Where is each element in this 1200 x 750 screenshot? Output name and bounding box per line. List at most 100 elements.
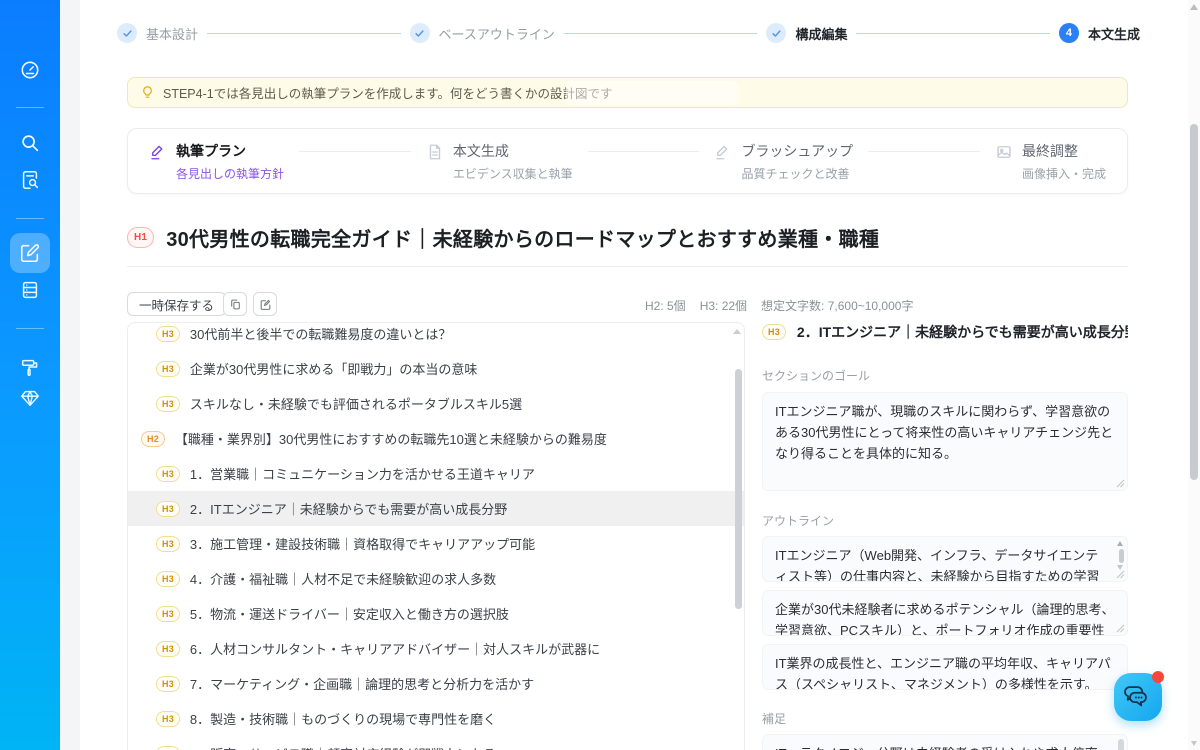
banner-highlight — [566, 81, 738, 105]
list-scroll-up-arrow[interactable] — [733, 329, 741, 334]
outline-row[interactable]: H3 9．販売・サービス職｜顧客対応経験が即戦力になる — [128, 736, 744, 750]
step4-number-badge[interactable]: 4 — [1059, 23, 1079, 43]
estimated-chars: 想定文字数: 7,600~10,000字 — [761, 297, 913, 314]
outline-row[interactable]: H3 3．施工管理・建設技術職｜資格取得でキャリアアップ可能 — [128, 526, 744, 561]
toolbar: 一時保存する H2: 5個 H3: 22個 想定文字数: 7,600~10,00… — [127, 292, 1128, 316]
outline-row[interactable]: H3 1．営業職｜コミュニケーション力を活かせる王道キャリア — [128, 456, 744, 491]
scroll-down-arrow[interactable] — [1191, 741, 1197, 746]
textarea-scrollbar-thumb[interactable] — [1119, 549, 1124, 563]
list-scrollbar-thumb[interactable] — [735, 369, 742, 609]
gem-icon[interactable] — [19, 387, 41, 409]
outline-row-text: 【職種・業界別】30代男性におすすめの転職先10選と未経験からの難易度 — [175, 429, 607, 448]
outline-row-text: 2．ITエンジニア｜未経験からでも需要が高い成長分野 — [190, 499, 507, 518]
h3-badge: H3 — [156, 536, 180, 552]
step2-check-icon[interactable] — [410, 23, 430, 43]
step3-label[interactable]: 構成編集 — [795, 24, 847, 43]
outline-textarea-1[interactable]: ITエンジニア（Web開発、インフラ、データサイエンティスト等）の仕事内容と、未… — [762, 536, 1128, 582]
article-heading: H1 30代男性の転職完全ガイド｜未経験からのロードマップとおすすめ業種・職種 — [127, 223, 1128, 252]
h2-badge: H2 — [141, 431, 165, 447]
h3-badge: H3 — [156, 746, 180, 750]
h3-badge: H3 — [156, 361, 180, 377]
save-draft-button[interactable]: 一時保存する — [127, 292, 226, 316]
h3-badge: H3 — [156, 396, 180, 412]
scroll-up-arrow[interactable] — [1190, 4, 1198, 10]
sidebar-divider — [16, 328, 44, 329]
h3-badge: H3 — [156, 606, 180, 622]
note-text: IT・テクノロジー分野は未経験者の受け入れや求人倍率が高い（独自情報3）ため、重… — [775, 746, 1098, 750]
outline-rows: H3 30代前半と後半での転職難易度の違いとは？ H3 企業が30代男性に求める… — [128, 322, 744, 750]
step1-check-icon[interactable] — [117, 23, 137, 43]
hint-text: STEP4-1では各見出しの執筆プランを作成します。何をどう書くかの設計図です — [163, 83, 612, 102]
step-connector — [564, 33, 758, 34]
step-connector — [207, 33, 401, 34]
sidebar — [0, 0, 60, 750]
outline-row-text: 9．販売・サービス職｜顧客対応経験が即戦力になる — [190, 744, 496, 750]
page-scrollbar[interactable] — [1188, 0, 1200, 750]
copy-button[interactable] — [223, 292, 247, 316]
search-icon[interactable] — [19, 132, 41, 154]
outline-textarea-2[interactable]: 企業が30代未経験者に求めるポテンシャル（論理的思考、学習意欲、PCスキル）と、… — [762, 590, 1128, 636]
h3-badge: H3 — [156, 676, 180, 692]
stage-connector — [588, 151, 700, 152]
edit-button[interactable] — [253, 292, 277, 316]
outline-row[interactable]: H3 30代前半と後半での転職難易度の違いとは？ — [128, 322, 744, 351]
h3-badge: H3 — [156, 711, 180, 727]
note-textarea[interactable]: IT・テクノロジー分野は未経験者の受け入れや求人倍率が高い（独自情報3）ため、重… — [762, 734, 1128, 750]
outline-row-text: 8．製造・技術職｜ものづくりの現場で専門性を磨く — [190, 709, 496, 728]
notification-dot — [1152, 671, 1164, 683]
textarea-scrollbar-thumb[interactable] — [1118, 739, 1124, 750]
outline-textarea-3[interactable]: IT業界の成長性と、エンジニア職の平均年収、キャリアパス（スペシャリスト、マネジ… — [762, 644, 1128, 690]
paint-roller-icon[interactable] — [19, 357, 41, 379]
goal-textarea[interactable]: ITエンジニア職が、現職のスキルに関わらず、学習意欲のある30代男性にとって将来… — [762, 392, 1128, 491]
step2-label[interactable]: ベースアウトライン — [439, 24, 555, 43]
stage-brushup[interactable]: ブラッシュアップ 品質チェックと改善 — [714, 143, 853, 182]
stage-title: 最終調整 — [1022, 143, 1106, 159]
chat-support-button[interactable] — [1114, 673, 1162, 721]
edit-compose-icon[interactable] — [19, 242, 41, 264]
outline-list: H3 30代前半と後半での転職難易度の違いとは？ H3 企業が30代男性に求める… — [127, 322, 745, 750]
outline-row[interactable]: H3 7．マーケティング・企画職｜論理的思考と分析力を活かす — [128, 666, 744, 701]
h3-badge: H3 — [156, 501, 180, 517]
outline-row-text: 7．マーケティング・企画職｜論理的思考と分析力を活かす — [190, 674, 534, 693]
file-text-icon — [426, 143, 444, 161]
chat-bubbles-icon — [1123, 682, 1153, 712]
document-search-icon[interactable] — [19, 169, 41, 191]
outline-row[interactable]: H2 【職種・業界別】30代男性におすすめの転職先10選と未経験からの難易度 — [128, 421, 744, 456]
outline-row[interactable]: H3 スキルなし・未経験でも評価されるポータブルスキル5選 — [128, 386, 744, 421]
step3-check-icon[interactable] — [766, 23, 786, 43]
textarea-scroll-up-arrow[interactable] — [1117, 541, 1123, 546]
outline-text-2: 企業が30代未経験者に求めるポテンシャル（論理的思考、学習意欲、PCスキル）と、… — [775, 602, 1114, 636]
outline-row[interactable]: H3 企業が30代男性に求める「即戦力」の本当の意味 — [128, 351, 744, 386]
outline-row-text: 5．物流・運送ドライバー｜安定収入と働き方の選択肢 — [190, 604, 509, 623]
outline-row[interactable]: H3 5．物流・運送ドライバー｜安定収入と働き方の選択肢 — [128, 596, 744, 631]
outline-row[interactable]: H3 8．製造・技術職｜ものづくりの現場で専門性を磨く — [128, 701, 744, 736]
section-title: 2．ITエンジニア｜未経験からでも需要が高い成長分野 — [797, 322, 1128, 342]
outline-row[interactable]: H3 6．人材コンサルタント・キャリアアドバイザー｜対人スキルが武器に — [128, 631, 744, 666]
list-rows-icon[interactable] — [19, 279, 41, 301]
step1-label[interactable]: 基本設計 — [146, 24, 198, 43]
resize-handle[interactable] — [1116, 570, 1125, 579]
outline-row[interactable]: H3 4．介護・福祉職｜人材不足で未経験歓迎の求人多数 — [128, 561, 744, 596]
outline-row-text: スキルなし・未経験でも評価されるポータブルスキル5選 — [190, 394, 522, 413]
outline-row-selected[interactable]: H3 2．ITエンジニア｜未経験からでも需要が高い成長分野 — [128, 491, 744, 526]
dashboard-icon[interactable] — [19, 59, 41, 81]
stage-subtitle: 各見出しの執筆方針 — [176, 165, 284, 182]
outline-label: アウトライン — [762, 512, 1128, 529]
outline-row-text: 1．営業職｜コミュニケーション力を活かせる王道キャリア — [190, 464, 535, 483]
resize-handle[interactable] — [1116, 479, 1125, 488]
h1-badge: H1 — [127, 227, 154, 248]
stage-body-generate[interactable]: 本文生成 エビデンス収集と執筆 — [426, 143, 573, 182]
stage-final-adjust[interactable]: 最終調整 画像挿入・完成 — [995, 143, 1106, 182]
outline-row-text: 企業が30代男性に求める「即戦力」の本当の意味 — [190, 359, 477, 378]
resize-handle[interactable] — [1116, 624, 1125, 633]
stage-writing-plan[interactable]: 執筆プラン 各見出しの執筆方針 — [149, 143, 284, 182]
divider — [127, 266, 1128, 267]
goal-text: ITエンジニア職が、現職のスキルに関わらず、学習意欲のある30代男性にとって将来… — [775, 404, 1113, 461]
step4-label[interactable]: 本文生成 — [1088, 24, 1140, 43]
note-label: 補足 — [762, 710, 1128, 727]
stage-title: ブラッシュアップ — [741, 143, 853, 159]
h3-badge: H3 — [156, 326, 180, 342]
lightbulb-icon — [140, 85, 155, 100]
page-scrollbar-thumb[interactable] — [1190, 124, 1198, 480]
sidebar-divider — [16, 218, 44, 219]
